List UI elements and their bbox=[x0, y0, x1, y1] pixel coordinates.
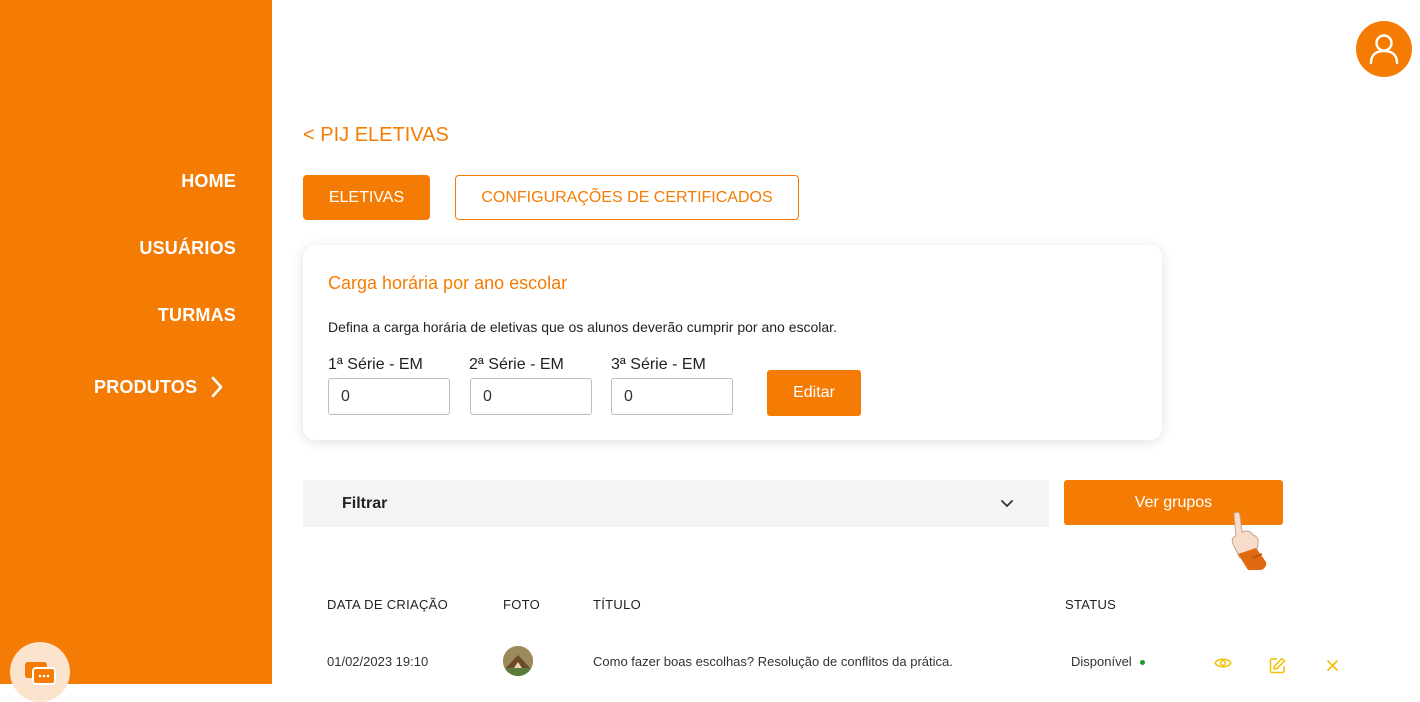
sidebar-item-usuarios[interactable]: USUÁRIOS bbox=[139, 238, 236, 259]
column-header-photo: FOTO bbox=[503, 597, 541, 612]
status-dot-icon bbox=[1139, 660, 1145, 666]
field-label-serie-3: 3ª Série - EM bbox=[611, 356, 706, 373]
tab-eletivas[interactable]: ELETIVAS bbox=[303, 175, 430, 220]
column-header-title[interactable]: TÍTULO bbox=[593, 597, 641, 612]
row-photo-thumbnail bbox=[503, 646, 533, 676]
column-header-status[interactable]: STATUS bbox=[1065, 597, 1116, 612]
user-avatar-button[interactable] bbox=[1356, 21, 1412, 77]
eye-icon[interactable] bbox=[1214, 656, 1232, 670]
card-title: Carga horária por ano escolar bbox=[328, 273, 568, 293]
card-description: Defina a carga horária de eletivas que o… bbox=[328, 319, 837, 335]
sidebar-item-label: PRODUTOS bbox=[94, 376, 198, 397]
serie-2-hours-input[interactable] bbox=[470, 378, 592, 415]
chat-button[interactable] bbox=[10, 642, 70, 702]
edit-button[interactable]: Editar bbox=[767, 370, 861, 416]
row-title: Como fazer boas escolhas? Resolução de c… bbox=[593, 654, 953, 669]
row-date: 01/02/2023 19:10 bbox=[327, 654, 429, 669]
tab-configuracoes-certificados[interactable]: CONFIGURAÇÕES DE CERTIFICADOS bbox=[455, 175, 799, 220]
chevron-down-icon bbox=[1001, 500, 1013, 508]
user-icon bbox=[1369, 34, 1399, 65]
field-label-serie-1: 1ª Série - EM bbox=[328, 356, 423, 373]
sidebar: HOME USUÁRIOS TURMAS PRODUTOS bbox=[0, 0, 272, 702]
breadcrumb-back-link[interactable]: < PIJ ELETIVAS bbox=[303, 124, 449, 147]
serie-3-hours-input[interactable] bbox=[611, 378, 733, 415]
close-icon[interactable] bbox=[1327, 660, 1338, 671]
pointing-hand-icon bbox=[1231, 511, 1267, 570]
sidebar-item-produtos[interactable]: PRODUTOS bbox=[94, 376, 223, 398]
row-status: Disponível bbox=[1071, 654, 1145, 669]
filter-label: Filtrar bbox=[342, 495, 388, 512]
serie-1-hours-input[interactable] bbox=[328, 378, 450, 415]
field-label-serie-2: 2ª Série - EM bbox=[469, 356, 564, 373]
sidebar-item-turmas[interactable]: TURMAS bbox=[158, 305, 236, 326]
edit-icon[interactable] bbox=[1269, 657, 1286, 674]
sidebar-item-home[interactable]: HOME bbox=[181, 171, 236, 192]
status-text: Disponível bbox=[1071, 654, 1132, 669]
chat-icon bbox=[25, 662, 56, 685]
workload-card: Carga horária por ano escolar Defina a c… bbox=[303, 245, 1162, 440]
chevron-right-icon bbox=[211, 376, 223, 398]
column-header-date[interactable]: DATA DE CRIAÇÃO bbox=[327, 597, 448, 612]
filter-dropdown[interactable]: Filtrar bbox=[303, 480, 1049, 527]
